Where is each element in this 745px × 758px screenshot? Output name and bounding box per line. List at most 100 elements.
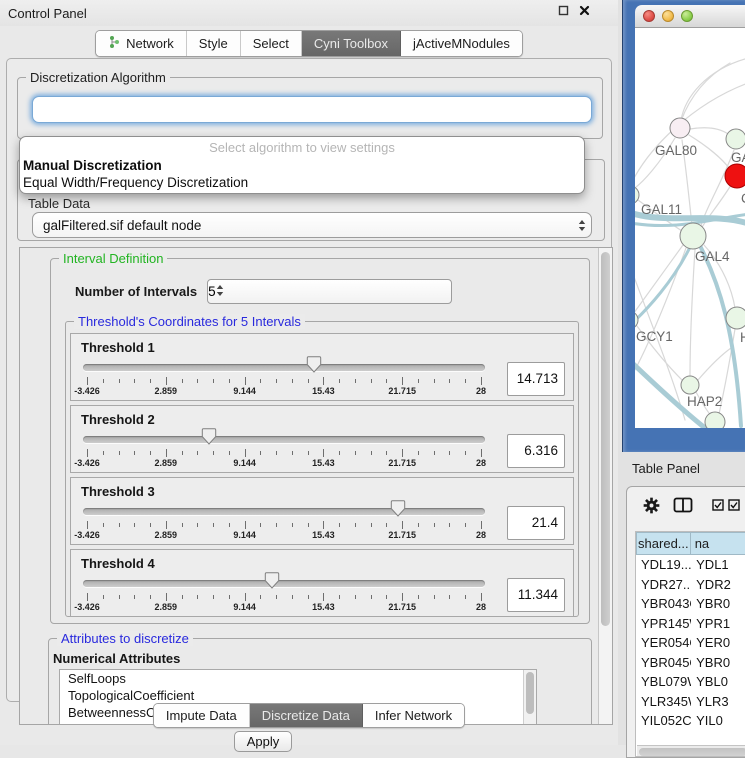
network-edge[interactable]	[690, 249, 695, 376]
network-view[interactable]: GAL80GALCGAL11GAL4GCY1HHAP2	[635, 28, 745, 428]
settings-vertical-scrollbar[interactable]	[598, 248, 612, 724]
table-row[interactable]: YBL079WYBL0	[636, 672, 745, 692]
table-data-combobox[interactable]: galFiltered.sif default node	[32, 212, 592, 238]
tick-mark	[465, 379, 466, 383]
split-pane-icon[interactable]	[673, 497, 693, 513]
tick-mark	[87, 377, 88, 385]
slider-track[interactable]	[83, 580, 485, 587]
tick-mark	[339, 379, 340, 383]
gear-icon[interactable]	[643, 497, 660, 514]
network-node-c[interactable]	[725, 164, 745, 188]
tick-mark	[308, 451, 309, 455]
tab-discretize-data[interactable]: Discretize Data	[250, 704, 363, 727]
slider-track[interactable]	[83, 364, 485, 371]
slider-thumb[interactable]	[265, 572, 280, 589]
algorithm-combobox[interactable]	[32, 96, 592, 123]
tick-label: 15.43	[312, 602, 335, 612]
table-row[interactable]: YPR145WYPR1	[636, 614, 745, 634]
network-edge[interactable]	[690, 128, 728, 134]
table-row[interactable]: YDL19...YDL1	[636, 555, 745, 575]
tick-mark	[103, 379, 104, 383]
threshold-slider[interactable]: -3.4262.8599.14415.4321.71528	[79, 427, 495, 475]
tab-infer-network[interactable]: Infer Network	[363, 704, 464, 727]
threshold-label: Threshold 1	[81, 340, 565, 355]
checkbox-icon[interactable]	[712, 499, 724, 511]
tick-mark	[245, 521, 246, 529]
network-node-gal[interactable]	[726, 129, 745, 149]
table-cell: YIL052C	[636, 711, 691, 731]
table-row[interactable]: YER054CYER0	[636, 633, 745, 653]
tick-label: 9.144	[233, 386, 256, 396]
apply-button[interactable]: Apply	[234, 731, 292, 752]
checkbox-icon[interactable]	[728, 499, 740, 511]
column-header-na[interactable]: na	[691, 532, 745, 555]
mac-zoom-button[interactable]	[681, 10, 693, 22]
slider-thumb[interactable]	[202, 428, 217, 445]
network-edge[interactable]	[681, 63, 730, 121]
slider-track[interactable]	[83, 508, 485, 515]
network-node-hap2[interactable]	[681, 376, 699, 394]
algorithm-dropdown-popup: Select algorithm to view settings Manual…	[19, 136, 585, 194]
thresholds-legend: Threshold's Coordinates for 5 Intervals	[74, 314, 305, 329]
tab-style[interactable]: Style	[187, 31, 241, 56]
network-edge[interactable]	[681, 58, 745, 120]
tick-mark	[308, 379, 309, 383]
threshold-value-input[interactable]: 21.4	[507, 506, 565, 540]
tick-label: 21.715	[388, 458, 416, 468]
number-of-intervals-combobox[interactable]: 5	[207, 279, 452, 304]
close-icon[interactable]	[579, 5, 590, 16]
slider-thumb[interactable]	[307, 356, 322, 373]
attribute-item-topologicalcoefficient[interactable]: TopologicalCoefficient	[60, 687, 536, 704]
table-row[interactable]: YBR043CYBR0	[636, 594, 745, 614]
cyni-toolbox-panel: Discretization Algorithm Select algorith…	[6, 58, 612, 702]
tick-mark	[182, 523, 183, 527]
network-node-gal4[interactable]	[680, 223, 706, 249]
tick-mark	[260, 523, 261, 527]
algorithm-option-manual-discretization[interactable]: Manual Discretization	[20, 157, 584, 174]
threshold-slider[interactable]: -3.4262.8599.14415.4321.71528	[79, 499, 495, 547]
slider-ticks	[87, 377, 481, 385]
tab-impute-data[interactable]: Impute Data	[154, 704, 250, 727]
network-node-label: GAL4	[695, 249, 730, 264]
tab-label: Style	[199, 36, 228, 51]
slider-track[interactable]	[83, 436, 485, 443]
network-node-unlabeled[interactable]	[705, 412, 725, 428]
tick-mark	[134, 379, 135, 383]
network-node-gal11[interactable]	[635, 186, 639, 204]
tab-network[interactable]: Network	[96, 31, 187, 56]
table-row[interactable]: YLR345WYLR3	[636, 692, 745, 712]
table-row[interactable]: YBR045CYBR0	[636, 653, 745, 673]
tick-mark	[339, 451, 340, 455]
mac-minimize-button[interactable]	[662, 10, 674, 22]
table-row[interactable]: YIL052CYIL0	[636, 711, 745, 731]
network-node-gal80[interactable]	[670, 118, 690, 138]
network-icon	[108, 35, 121, 52]
tick-mark	[402, 377, 403, 385]
threshold-value-input[interactable]: 14.713	[507, 362, 565, 396]
network-node-h[interactable]	[726, 307, 745, 329]
table-cell: YDR27...	[636, 575, 691, 595]
attribute-item-selfloops[interactable]: SelfLoops	[60, 670, 536, 687]
tick-mark	[166, 521, 167, 529]
network-edge[interactable]	[635, 245, 683, 317]
threshold-slider[interactable]: -3.4262.8599.14415.4321.71528	[79, 571, 495, 619]
threshold-slider[interactable]: -3.4262.8599.14415.4321.71528	[79, 355, 495, 403]
mac-close-button[interactable]	[643, 10, 655, 22]
tab-select[interactable]: Select	[241, 31, 302, 56]
slider-thumb[interactable]	[391, 500, 406, 517]
tab-cyni-toolbox[interactable]: Cyni Toolbox	[302, 31, 401, 56]
tab-jactivemnodules[interactable]: jActiveMNodules	[401, 31, 522, 56]
tick-mark	[418, 451, 419, 455]
threshold-panel-threshold-4: Threshold 4-3.4262.8599.14415.4321.71528…	[70, 549, 574, 617]
table-horizontal-scrollbar[interactable]	[637, 745, 745, 757]
tick-mark	[465, 595, 466, 599]
column-header-shared[interactable]: shared...	[636, 532, 691, 555]
table-row[interactable]: YDR27...YDR2	[636, 575, 745, 595]
table-cell: YPR1	[691, 614, 745, 634]
threshold-value-input[interactable]: 6.316	[507, 434, 565, 468]
float-window-icon[interactable]	[558, 5, 569, 16]
algorithm-option-equal-width-frequency-discretization[interactable]: Equal Width/Frequency Discretization	[20, 174, 584, 191]
node-table: shared...na YDL19...YDL1YDR27...YDR2YBR0…	[635, 531, 745, 757]
network-edge[interactable]	[698, 348, 731, 380]
threshold-value-input[interactable]: 11.344	[507, 578, 565, 612]
